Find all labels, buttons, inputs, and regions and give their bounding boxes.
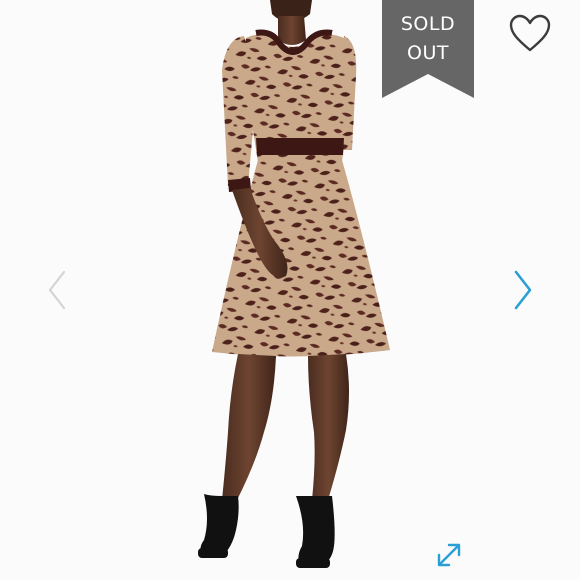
chevron-left-icon[interactable] bbox=[44, 262, 72, 318]
product-photo bbox=[198, 0, 390, 568]
chevron-right-icon[interactable] bbox=[508, 262, 536, 318]
badge-line-1: SOLD bbox=[400, 13, 456, 35]
sold-out-badge: SOLD OUT bbox=[382, 0, 474, 98]
heart-icon[interactable] bbox=[508, 14, 552, 54]
expand-arrows-icon[interactable] bbox=[434, 540, 464, 570]
badge-line-2: OUT bbox=[407, 42, 449, 64]
product-image-viewer: SOLD OUT bbox=[0, 0, 580, 580]
